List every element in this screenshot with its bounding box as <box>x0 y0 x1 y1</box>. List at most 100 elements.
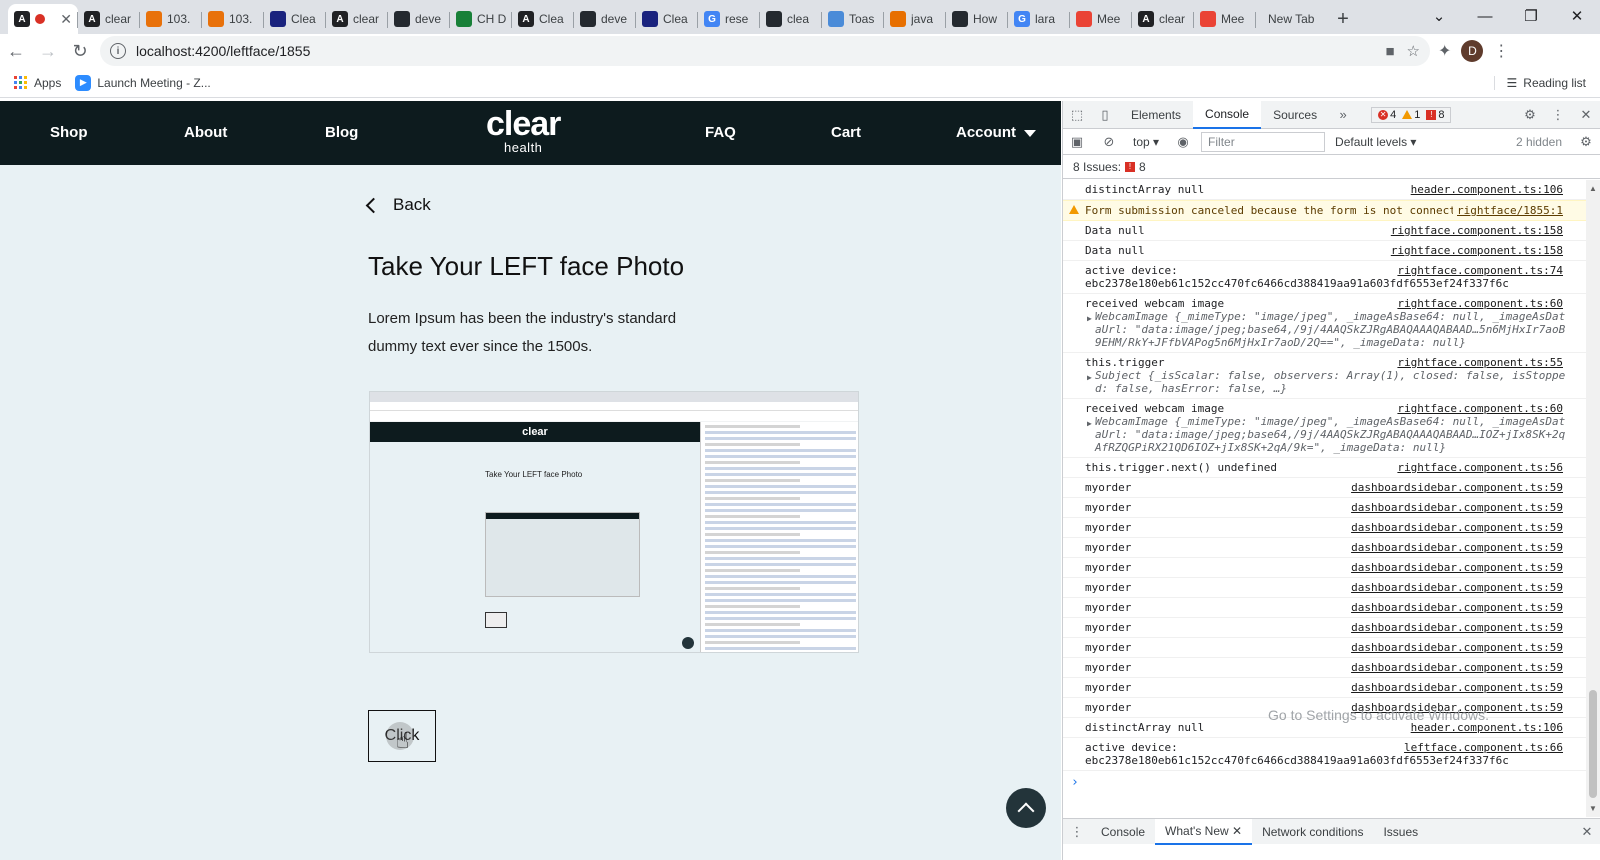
console-source-link[interactable]: dashboardsidebar.component.ts:59 <box>1347 541 1563 554</box>
console-source-link[interactable]: dashboardsidebar.component.ts:59 <box>1347 561 1563 574</box>
browser-tab[interactable]: A ✕ <box>8 4 78 34</box>
forward-arrow-icon[interactable]: → <box>32 35 64 67</box>
camera-icon[interactable]: ■ <box>1385 43 1394 60</box>
browser-tab[interactable]: deve <box>388 4 450 34</box>
nav-shop[interactable]: Shop <box>50 124 88 141</box>
browser-tab[interactable]: Toas <box>822 4 884 34</box>
console-object-preview[interactable]: WebcamImage {_mimeType: "image/jpeg", _i… <box>1085 415 1571 454</box>
console-prompt[interactable]: › <box>1063 771 1600 790</box>
tab-search-icon[interactable]: ⌄ <box>1416 0 1462 32</box>
browser-tab[interactable]: Grese <box>698 4 760 34</box>
console-source-link[interactable]: rightface.component.ts:55 <box>1393 356 1563 369</box>
sidebar-toggle-icon[interactable]: ▣ <box>1063 128 1091 156</box>
site-logo[interactable]: clear health <box>486 107 561 155</box>
console-source-link[interactable]: dashboardsidebar.component.ts:59 <box>1347 521 1563 534</box>
console-source-link[interactable]: rightface.component.ts:56 <box>1393 461 1563 474</box>
close-tab-icon[interactable]: ✕ <box>60 11 72 28</box>
clear-console-icon[interactable]: ⊘ <box>1095 128 1123 156</box>
nav-cart[interactable]: Cart <box>831 124 861 141</box>
console-source-link[interactable]: dashboardsidebar.component.ts:59 <box>1347 501 1563 514</box>
close-drawer-icon[interactable]: ✕ <box>1573 818 1600 846</box>
device-toolbar-icon[interactable]: ▯ <box>1091 101 1119 129</box>
console-source-link[interactable]: dashboardsidebar.component.ts:59 <box>1347 621 1563 634</box>
drawer-tab-issues[interactable]: Issues <box>1373 819 1428 845</box>
console-source-link[interactable]: rightface.component.ts:158 <box>1386 224 1563 237</box>
console-source-link[interactable]: dashboardsidebar.component.ts:59 <box>1347 581 1563 594</box>
drawer-menu-icon[interactable]: ⋮ <box>1063 818 1091 846</box>
scroll-down-icon[interactable]: ▼ <box>1589 804 1597 813</box>
gear-icon[interactable]: ⚙ <box>1516 101 1544 129</box>
counters[interactable]: ✕ 4 1 ! 8 <box>1371 106 1452 123</box>
new-tab-plus-icon[interactable]: + <box>1326 4 1360 34</box>
back-arrow-icon[interactable]: ← <box>0 35 32 67</box>
expand-triangle-icon[interactable]: ▶ <box>1087 417 1092 430</box>
bookmark-launch-meeting[interactable]: ▶ Launch Meeting - Z... <box>75 74 211 91</box>
close-icon[interactable]: ✕ <box>1572 101 1600 129</box>
expand-triangle-icon[interactable]: ▶ <box>1087 312 1092 325</box>
browser-tab[interactable]: Clea <box>636 4 698 34</box>
scroll-up-icon[interactable]: ▲ <box>1589 184 1597 193</box>
star-icon[interactable]: ☆ <box>1407 42 1420 60</box>
console-source-link[interactable]: rightface.component.ts:60 <box>1393 402 1563 415</box>
console-source-link[interactable]: dashboardsidebar.component.ts:59 <box>1347 641 1563 654</box>
console-object-preview[interactable]: WebcamImage {_mimeType: "image/jpeg", _i… <box>1085 310 1571 349</box>
browser-tab[interactable]: A Clea <box>512 4 574 34</box>
back-link[interactable]: Back <box>365 195 431 215</box>
eye-icon[interactable]: ◉ <box>1169 128 1197 156</box>
levels-select[interactable]: Default levels ▾ <box>1329 135 1422 149</box>
avatar[interactable]: D <box>1461 40 1484 62</box>
console-source-link[interactable]: dashboardsidebar.component.ts:59 <box>1347 661 1563 674</box>
console-object-preview[interactable]: Subject {_isScalar: false, observers: Ar… <box>1085 369 1571 395</box>
address-bar[interactable]: i localhost:4200/leftface/1855 ■ ☆ <box>100 36 1430 66</box>
drawer-tab-network-conditions[interactable]: Network conditions <box>1252 819 1373 845</box>
nav-about[interactable]: About <box>184 124 227 141</box>
menu-icon[interactable]: ⋮ <box>1493 41 1509 61</box>
tab-sources[interactable]: Sources <box>1261 101 1329 129</box>
console-source-link[interactable]: dashboardsidebar.component.ts:59 <box>1347 601 1563 614</box>
extensions-icon[interactable]: ✦ <box>1438 41 1451 61</box>
tab-elements[interactable]: Elements <box>1119 101 1193 129</box>
reload-icon[interactable]: ↻ <box>64 35 96 67</box>
browser-tab[interactable]: Aclear <box>78 4 140 34</box>
browser-tab[interactable]: java <box>884 4 946 34</box>
console-source-link[interactable]: rightface.component.ts:74 <box>1393 264 1563 277</box>
nav-blog[interactable]: Blog <box>325 124 358 141</box>
console-source-link[interactable]: dashboardsidebar.component.ts:59 <box>1347 681 1563 694</box>
tab-new-tab[interactable]: New Tab <box>1256 4 1326 34</box>
filter-input[interactable]: Filter <box>1201 131 1326 152</box>
scroll-to-top-button[interactable] <box>1006 788 1046 828</box>
browser-tab[interactable]: Mee <box>1070 4 1132 34</box>
browser-tab[interactable]: CH D <box>450 4 512 34</box>
reading-list[interactable]: ☰ Reading list <box>1493 75 1586 90</box>
info-icon[interactable]: i <box>110 43 126 59</box>
browser-tab[interactable]: Glara <box>1008 4 1070 34</box>
drawer-tab-console[interactable]: Console <box>1091 819 1155 845</box>
minimize-icon[interactable]: — <box>1462 0 1508 32</box>
console-source-link[interactable]: leftface.component.ts:66 <box>1400 741 1563 754</box>
browser-tab[interactable]: 103. <box>202 4 264 34</box>
inspect-element-icon[interactable]: ⬚ <box>1063 101 1091 129</box>
browser-tab[interactable]: Aclear <box>326 4 388 34</box>
console-scrollbar[interactable]: ▲ ▼ <box>1586 180 1600 817</box>
browser-tab[interactable]: How <box>946 4 1008 34</box>
browser-tab[interactable]: Aclear <box>1132 4 1194 34</box>
nav-faq[interactable]: FAQ <box>705 124 736 141</box>
browser-tab[interactable]: 103. <box>140 4 202 34</box>
console-source-link[interactable]: rightface/1855:1 <box>1453 204 1563 217</box>
console-source-link[interactable]: header.component.ts:106 <box>1406 183 1563 196</box>
restore-icon[interactable]: ❐ <box>1508 0 1554 32</box>
scrollbar-thumb[interactable] <box>1589 690 1597 798</box>
nav-account[interactable]: Account <box>956 124 1036 141</box>
browser-tab[interactable]: Mee <box>1194 4 1256 34</box>
console-settings-gear-icon[interactable]: ⚙ <box>1572 128 1600 156</box>
bookmark-apps[interactable]: Apps <box>14 75 61 90</box>
drawer-tab-whats-new[interactable]: What's New ✕ <box>1155 818 1253 845</box>
browser-tab[interactable]: clea <box>760 4 822 34</box>
browser-tab[interactable]: Clea <box>264 4 326 34</box>
more-tabs-icon[interactable]: » <box>1329 101 1357 129</box>
close-window-icon[interactable]: ✕ <box>1554 0 1600 32</box>
context-select[interactable]: top ▾ <box>1127 135 1165 149</box>
console-source-link[interactable]: rightface.component.ts:60 <box>1393 297 1563 310</box>
issues-bar[interactable]: 8 Issues: ! 8 <box>1063 155 1600 179</box>
console-source-link[interactable]: rightface.component.ts:158 <box>1386 244 1563 257</box>
